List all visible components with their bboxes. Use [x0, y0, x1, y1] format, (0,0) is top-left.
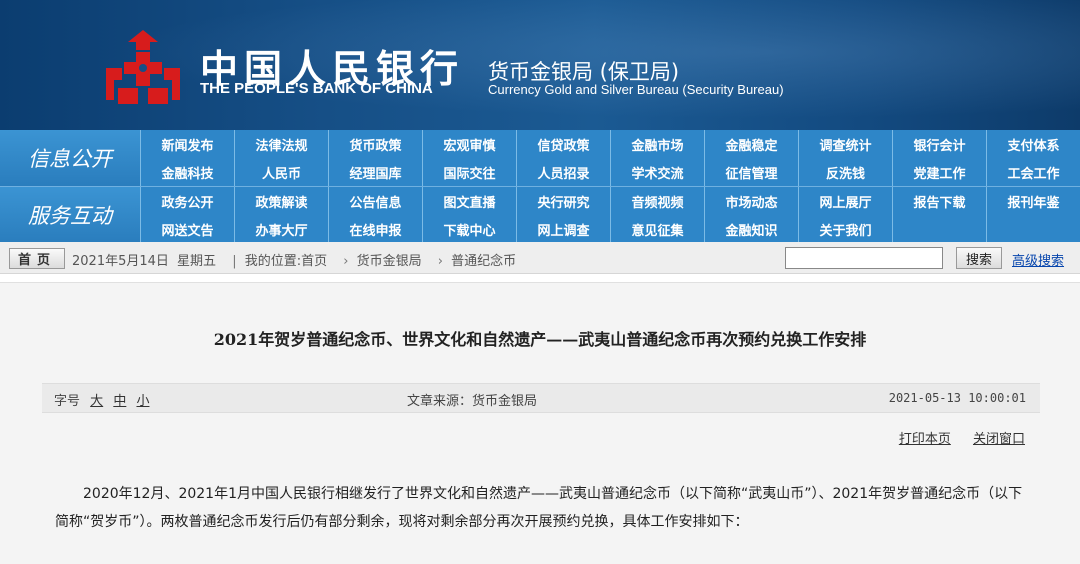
- publish-time: 2021-05-13 10:00:01: [888, 391, 1026, 405]
- nav-item[interactable]: 网上展厅: [798, 187, 892, 215]
- bank-name-en: THE PEOPLE'S BANK OF CHINA: [200, 80, 433, 97]
- nav-group-label: 服务互动: [0, 187, 140, 243]
- divider: |: [232, 254, 237, 269]
- close-window-link[interactable]: 关闭窗口: [973, 432, 1025, 447]
- chevron-right-icon: ›: [437, 254, 443, 269]
- pboc-logo-icon: [106, 30, 180, 104]
- nav-grid-service: 政务公开 政策解读 公告信息 图文直播 央行研究 音频视频 市场动态 网上展厅 报告下载 报刊年鉴…: [140, 187, 1080, 243]
- advanced-search-link[interactable]: 高级搜索: [1012, 250, 1064, 269]
- nav-group-service: 服务互动 政务公开 政策解读 公告信息 图文直播 央行研究 音频视频 市场动态 网上展厅 报告下…: [0, 186, 1080, 243]
- current-date: 2021年5月14日: [72, 254, 169, 269]
- home-button[interactable]: 首页: [9, 248, 65, 269]
- article-tools: 打印本页 关闭窗口: [881, 428, 1025, 447]
- nav-item[interactable]: 宏观审慎: [422, 130, 516, 158]
- font-size-medium-link[interactable]: 中: [113, 394, 126, 409]
- nav-item[interactable]: 人民币: [234, 158, 328, 186]
- bureau-name-en: Currency Gold and Silver Bureau (Securit…: [488, 82, 784, 97]
- nav-item[interactable]: 图文直播: [422, 187, 516, 215]
- nav-item[interactable]: 办事大厅: [234, 215, 328, 243]
- nav-item[interactable]: 金融知识: [704, 215, 798, 243]
- print-page-link[interactable]: 打印本页: [899, 432, 951, 447]
- article-source: 文章来源：货币金银局: [407, 394, 538, 409]
- article-paragraph: 2020年12月、2021年1月中国人民银行相继发行了世界文化和自然遗产——武夷…: [55, 486, 1023, 530]
- nav-item[interactable]: 关于我们: [798, 215, 892, 243]
- font-size-large-link[interactable]: 大: [90, 394, 103, 409]
- font-size-control: 字号 大 中 小: [54, 390, 149, 409]
- main-nav: 信息公开 新闻发布 法律法规 货币政策 宏观审慎 信贷政策 金融市场 金融稳定 调查统计 银行会…: [0, 130, 1080, 243]
- nav-item[interactable]: 支付体系: [986, 130, 1080, 158]
- nav-item[interactable]: 在线申报: [328, 215, 422, 243]
- nav-item[interactable]: 经理国库: [328, 158, 422, 186]
- nav-item[interactable]: 工会工作: [986, 158, 1080, 186]
- nav-item[interactable]: 学术交流: [610, 158, 704, 186]
- nav-item[interactable]: 网送文告: [140, 215, 234, 243]
- nav-item[interactable]: 音频视频: [610, 187, 704, 215]
- breadcrumb-link-bureau[interactable]: 货币金银局: [357, 254, 422, 269]
- nav-item[interactable]: 调查统计: [798, 130, 892, 158]
- header-banner: 中国人民银行 THE PEOPLE'S BANK OF CHINA 货币金银局 …: [0, 0, 1080, 130]
- nav-grid-info: 新闻发布 法律法规 货币政策 宏观审慎 信贷政策 金融市场 金融稳定 调查统计 银行会计 支付体系…: [140, 130, 1080, 186]
- nav-item[interactable]: 政务公开: [140, 187, 234, 215]
- nav-item[interactable]: 党建工作: [892, 158, 986, 186]
- nav-item[interactable]: 银行会计: [892, 130, 986, 158]
- font-size-small-link[interactable]: 小: [136, 394, 149, 409]
- nav-item[interactable]: 下载中心: [422, 215, 516, 243]
- nav-item[interactable]: 意见征集: [610, 215, 704, 243]
- nav-item[interactable]: 金融稳定: [704, 130, 798, 158]
- nav-group-label: 信息公开: [0, 130, 140, 186]
- nav-item[interactable]: 报刊年鉴: [986, 187, 1080, 215]
- font-size-label: 字号: [54, 394, 81, 409]
- nav-item[interactable]: 货币政策: [328, 130, 422, 158]
- nav-item[interactable]: 金融市场: [610, 130, 704, 158]
- breadcrumb-link-commemorative[interactable]: 普通纪念币: [451, 254, 516, 269]
- article-meta-bar: 字号 大 中 小 文章来源：货币金银局 2021-05-13 10:00:01: [42, 383, 1040, 413]
- nav-item-empty: [986, 215, 1080, 243]
- nav-item[interactable]: 国际交往: [422, 158, 516, 186]
- nav-group-info: 信息公开 新闻发布 法律法规 货币政策 宏观审慎 信贷政策 金融市场 金融稳定 调查统计 银行会…: [0, 130, 1080, 186]
- nav-item-empty: [892, 215, 986, 243]
- nav-item[interactable]: 网上调查: [516, 215, 610, 243]
- article-title: 2021年贺岁普通纪念币、世界文化和自然遗产——武夷山普通纪念币再次预约兑换工作…: [213, 330, 867, 349]
- breadcrumb: 2021年5月14日 星期五 | 我的位置:首页 › 货币金银局 › 普通纪念币: [72, 250, 520, 269]
- nav-item[interactable]: 人员招录: [516, 158, 610, 186]
- nav-item[interactable]: 反洗钱: [798, 158, 892, 186]
- nav-item[interactable]: 法律法规: [234, 130, 328, 158]
- nav-item[interactable]: 报告下载: [892, 187, 986, 215]
- search-button[interactable]: 搜索: [956, 247, 1002, 269]
- nav-item[interactable]: 政策解读: [234, 187, 328, 215]
- nav-item[interactable]: 公告信息: [328, 187, 422, 215]
- nav-item[interactable]: 市场动态: [704, 187, 798, 215]
- search-input[interactable]: [785, 247, 943, 269]
- nav-item[interactable]: 信贷政策: [516, 130, 610, 158]
- location-home-link[interactable]: 我的位置:首页: [245, 254, 327, 269]
- nav-item[interactable]: 征信管理: [704, 158, 798, 186]
- chevron-right-icon: ›: [343, 254, 349, 269]
- current-weekday: 星期五: [177, 254, 217, 269]
- nav-item[interactable]: 新闻发布: [140, 130, 234, 158]
- nav-item[interactable]: 央行研究: [516, 187, 610, 215]
- nav-item[interactable]: 金融科技: [140, 158, 234, 186]
- breadcrumb-bar: 首页 2021年5月14日 星期五 | 我的位置:首页 › 货币金银局 › 普通…: [0, 242, 1080, 274]
